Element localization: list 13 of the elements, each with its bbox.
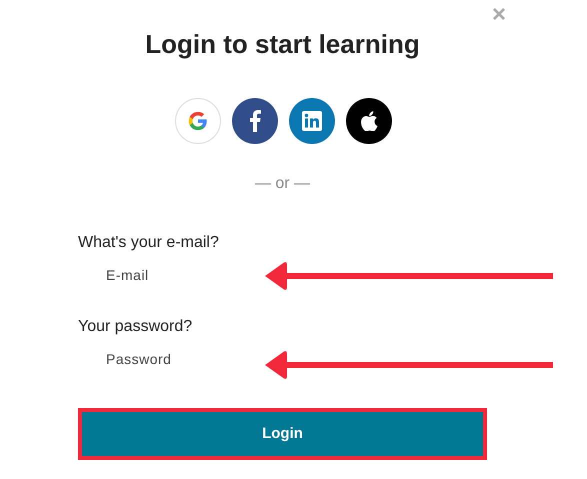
field-label: Your password? <box>78 317 194 337</box>
apple-login-button[interactable] <box>346 98 392 144</box>
apple-icon <box>360 111 378 131</box>
linkedin-login-button[interactable] <box>288 98 334 144</box>
or-divider: — or — <box>254 174 310 194</box>
facebook-login-button[interactable] <box>232 98 278 144</box>
dialog-title: Login to start learning <box>144 28 421 60</box>
in-logo-icon <box>302 111 322 131</box>
login-button[interactable]: Login <box>78 408 487 460</box>
google-icon <box>188 111 208 131</box>
field-label: What's your e-mail? <box>78 233 220 253</box>
google-login-button[interactable] <box>174 98 220 144</box>
letter-f-icon <box>248 110 260 132</box>
